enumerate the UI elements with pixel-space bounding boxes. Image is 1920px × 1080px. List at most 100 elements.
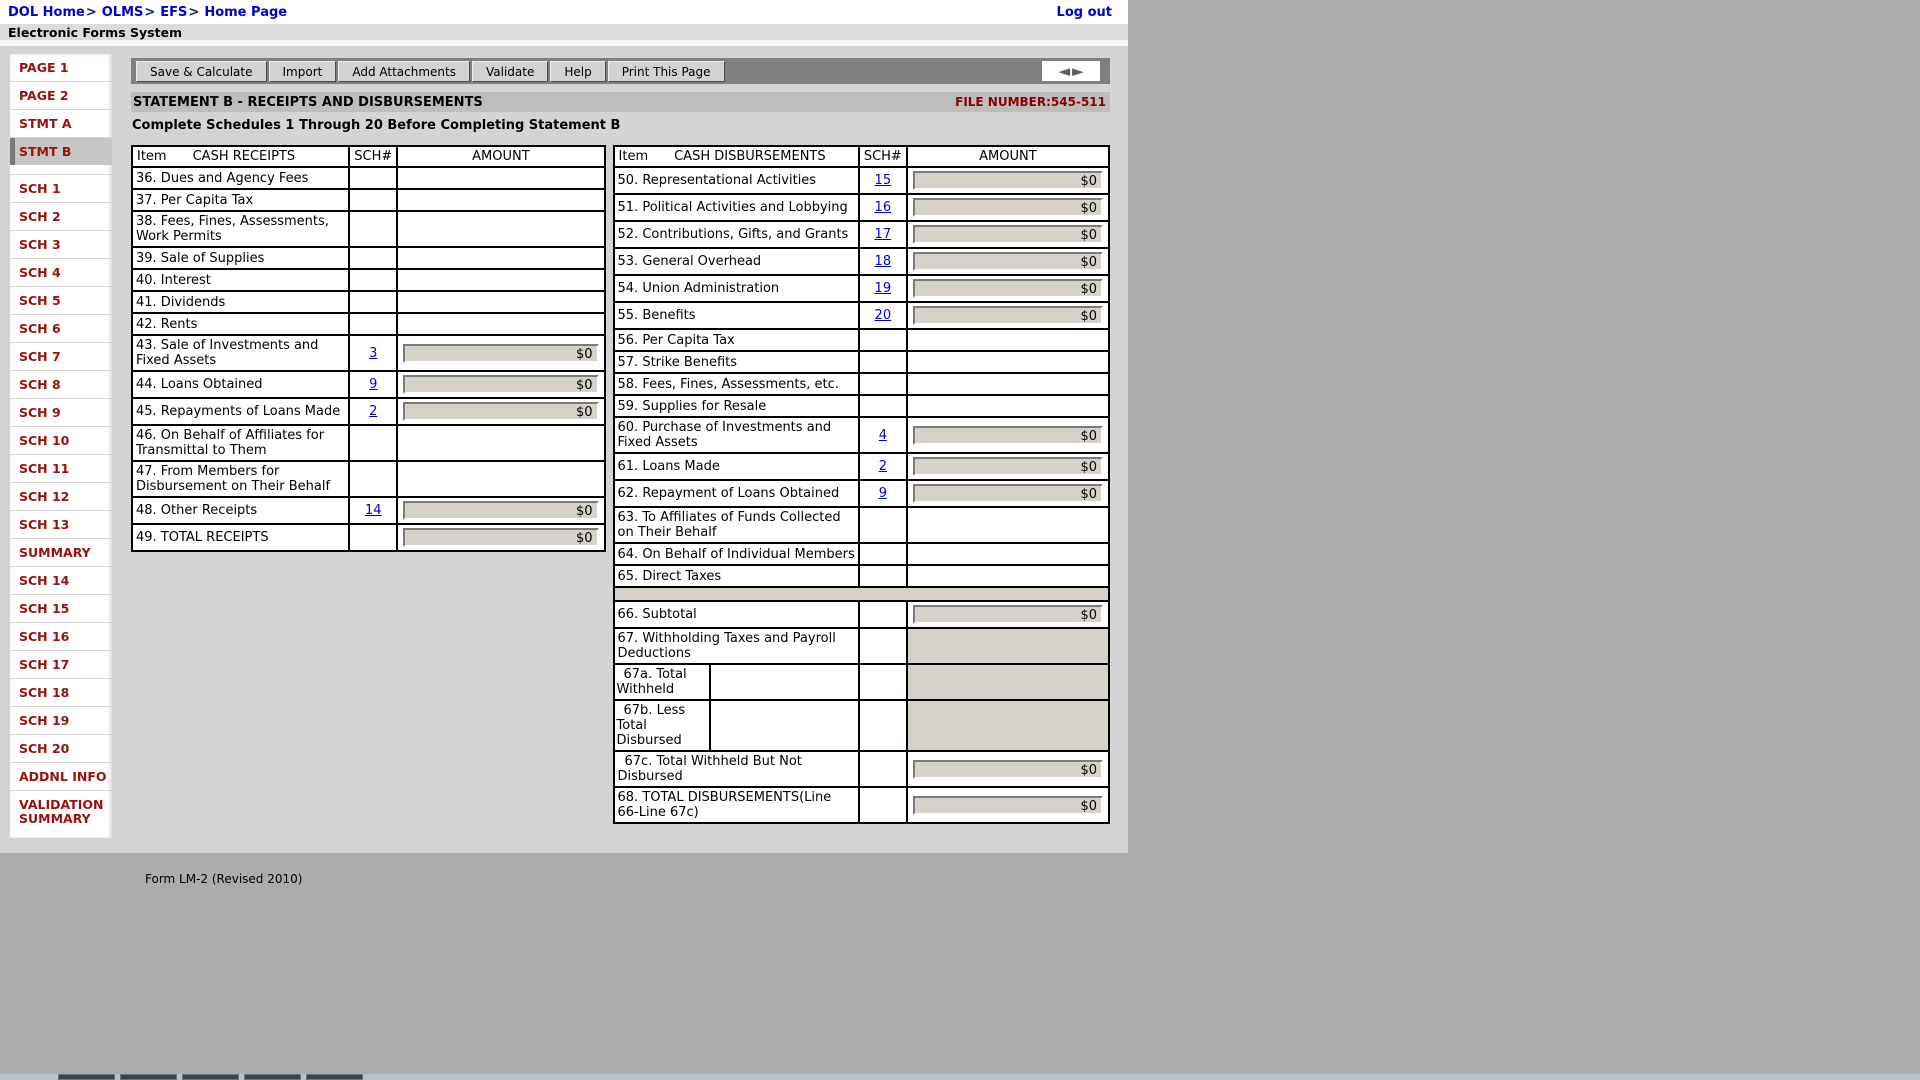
file-number: FILE NUMBER:545-511 <box>955 95 1106 109</box>
sch-link[interactable]: 18 <box>875 254 892 269</box>
amount-cell: $0 <box>907 480 1109 507</box>
amount-input[interactable] <box>397 167 604 189</box>
sch-link[interactable]: 17 <box>875 227 892 242</box>
save-calculate-button[interactable]: Save & Calculate <box>136 61 267 82</box>
sidebar-item-summary[interactable]: SUMMARY <box>10 538 112 566</box>
row-label: 53. General Overhead <box>614 248 859 275</box>
amount-input[interactable] <box>397 247 604 269</box>
sidebar-item-validation-summary[interactable]: VALIDATION SUMMARY <box>10 790 112 832</box>
sidebar-item-addnl-info[interactable]: ADDNL INFO <box>10 762 112 790</box>
sidebar-item-sch-2[interactable]: SCH 2 <box>10 202 112 230</box>
row-label: 68. TOTAL DISBURSEMENTS(Line 66-Line 67c… <box>614 787 859 823</box>
amount-readonly: $0 <box>403 375 598 394</box>
validate-button[interactable]: Validate <box>472 61 548 82</box>
amount-cell: $0 <box>397 497 604 524</box>
sub-amount-input[interactable] <box>711 665 858 699</box>
sch-link[interactable]: 15 <box>875 173 892 188</box>
sch-link[interactable]: 16 <box>875 200 892 215</box>
add-attachments-button[interactable]: Add Attachments <box>338 61 470 82</box>
table-row: 57. Strike Benefits <box>614 351 1109 373</box>
sch-link[interactable]: 19 <box>875 281 892 296</box>
sidebar-item-sch-11[interactable]: SCH 11 <box>10 454 112 482</box>
amount-input[interactable] <box>907 329 1109 351</box>
sch-link[interactable]: 9 <box>369 377 377 392</box>
logout-link[interactable]: Log out <box>1057 5 1112 20</box>
sch-cell <box>859 787 907 823</box>
header-section-label: CASH DISBURSEMENTS <box>674 149 826 164</box>
sidebar-item-sch-12[interactable]: SCH 12 <box>10 482 112 510</box>
import-button[interactable]: Import <box>269 61 337 82</box>
sidebar-item-sch-9[interactable]: SCH 9 <box>10 398 112 426</box>
sch-cell: 9 <box>349 371 397 398</box>
sidebar-item-sch-10[interactable]: SCH 10 <box>10 426 112 454</box>
sidebar-item-sch-6[interactable]: SCH 6 <box>10 314 112 342</box>
sidebar-item-sch-16[interactable]: SCH 16 <box>10 622 112 650</box>
sub-amount-input[interactable] <box>711 701 858 750</box>
taskbar-button[interactable] <box>244 1074 301 1080</box>
amount-input[interactable] <box>397 291 604 313</box>
sidebar-item-stmt-b[interactable]: STMT B <box>10 137 112 165</box>
header-amount: AMOUNT <box>397 146 604 167</box>
nav-forward-arrow-icon[interactable]: ► <box>1072 62 1084 80</box>
sidebar-item-stmt-a[interactable]: STMT A <box>10 109 112 137</box>
nav-back-arrow-icon[interactable]: ◄ <box>1058 62 1070 80</box>
sidebar-item-sch-1[interactable]: SCH 1 <box>10 174 112 202</box>
amount-cell: $0 <box>397 398 604 425</box>
amount-input[interactable] <box>907 351 1109 373</box>
taskbar-button[interactable] <box>120 1074 177 1080</box>
sidebar-item-sch-18[interactable]: SCH 18 <box>10 678 112 706</box>
amount-input[interactable] <box>397 269 604 291</box>
sidebar-item-sch-4[interactable]: SCH 4 <box>10 258 112 286</box>
header-sch: SCH# <box>349 146 397 167</box>
sch-cell: 19 <box>859 275 907 302</box>
taskbar-button[interactable] <box>306 1074 363 1080</box>
table-row: 68. TOTAL DISBURSEMENTS(Line 66-Line 67c… <box>614 787 1109 823</box>
amount-cell: $0 <box>397 335 604 371</box>
sidebar-item-sch-17[interactable]: SCH 17 <box>10 650 112 678</box>
breadcrumb-link[interactable]: OLMS <box>102 5 144 20</box>
breadcrumb-link[interactable]: Home Page <box>204 5 287 20</box>
amount-input[interactable] <box>907 543 1109 565</box>
amount-input[interactable] <box>397 189 604 211</box>
sch-link[interactable]: 20 <box>875 308 892 323</box>
sidebar-spacer <box>10 165 112 174</box>
amount-cell: $0 <box>907 417 1109 453</box>
sidebar-item-sch-20[interactable]: SCH 20 <box>10 734 112 762</box>
taskbar-button[interactable] <box>182 1074 239 1080</box>
help-button[interactable]: Help <box>550 61 605 82</box>
print-this-page-button[interactable]: Print This Page <box>608 61 725 82</box>
sidebar-item-sch-19[interactable]: SCH 19 <box>10 706 112 734</box>
amount-input[interactable] <box>397 425 604 461</box>
taskbar-button[interactable] <box>58 1074 115 1080</box>
sch-link[interactable]: 2 <box>369 404 377 419</box>
amount-input[interactable] <box>397 461 604 497</box>
sidebar-item-sch-8[interactable]: SCH 8 <box>10 370 112 398</box>
sidebar-item-sch-14[interactable]: SCH 14 <box>10 566 112 594</box>
amount-input[interactable] <box>907 373 1109 395</box>
sidebar-item-sch-7[interactable]: SCH 7 <box>10 342 112 370</box>
amount-input[interactable] <box>907 565 1109 587</box>
sidebar-item-page-2[interactable]: PAGE 2 <box>10 81 112 109</box>
amount-input[interactable] <box>397 211 604 247</box>
breadcrumb-link[interactable]: DOL Home <box>8 5 85 20</box>
sidebar-item-sch-15[interactable]: SCH 15 <box>10 594 112 622</box>
sch-link[interactable]: 4 <box>879 428 887 443</box>
amount-readonly: $0 <box>913 279 1103 298</box>
sch-cell <box>349 425 397 461</box>
amount-cell: $0 <box>397 524 604 551</box>
sch-link[interactable]: 3 <box>369 346 377 361</box>
sidebar-item-sch-13[interactable]: SCH 13 <box>10 510 112 538</box>
breadcrumb-link[interactable]: EFS <box>160 5 187 20</box>
header-item: ItemCASH RECEIPTS <box>132 146 349 167</box>
sidebar-item-page-1[interactable]: PAGE 1 <box>10 54 112 81</box>
amount-input[interactable] <box>907 507 1109 543</box>
sch-link[interactable]: 2 <box>879 459 887 474</box>
table-row: 67c. Total Withheld But Not Disbursed$0 <box>614 751 1109 787</box>
sch-link[interactable]: 14 <box>365 503 382 518</box>
sidebar-item-sch-3[interactable]: SCH 3 <box>10 230 112 258</box>
sidebar-item-sch-5[interactable]: SCH 5 <box>10 286 112 314</box>
amount-input[interactable] <box>907 395 1109 417</box>
row-label: 39. Sale of Supplies <box>132 247 349 269</box>
sch-link[interactable]: 9 <box>879 486 887 501</box>
amount-input[interactable] <box>397 313 604 335</box>
